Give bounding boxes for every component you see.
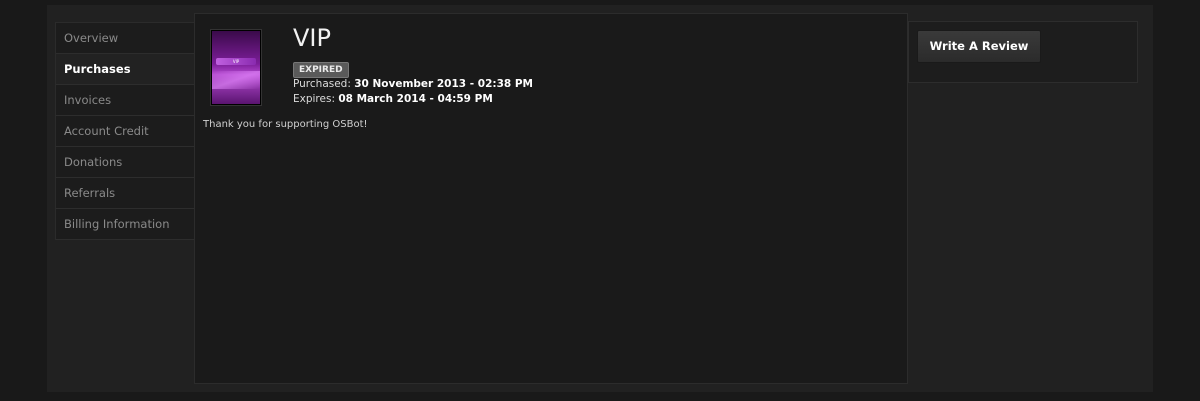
- purchase-detail-panel: VIP VIP EXPIRED Purchased: 30 November 2…: [194, 13, 908, 384]
- actions-panel: Write A Review: [908, 21, 1138, 83]
- product-title: VIP: [293, 24, 331, 52]
- purchased-label: Purchased:: [293, 78, 355, 90]
- thumbnail-glow: [212, 71, 260, 89]
- thumbnail-label: VIP: [216, 58, 256, 65]
- expires-value: 08 March 2014 - 04:59 PM: [338, 93, 493, 105]
- sidebar-item-donations[interactable]: Donations: [56, 147, 195, 178]
- sidebar-item-billing-information[interactable]: Billing Information: [56, 209, 195, 240]
- status-badge: EXPIRED: [293, 62, 349, 78]
- write-review-button[interactable]: Write A Review: [917, 30, 1041, 63]
- thank-you-message: Thank you for supporting OSBot!: [203, 119, 368, 130]
- sidebar-item-invoices[interactable]: Invoices: [56, 85, 195, 116]
- purchased-date: Purchased: 30 November 2013 - 02:38 PM: [293, 78, 533, 90]
- sidebar-item-overview[interactable]: Overview: [56, 23, 195, 54]
- expires-label: Expires:: [293, 93, 339, 105]
- sidebar-item-purchases[interactable]: Purchases: [56, 54, 195, 85]
- expires-date: Expires: 08 March 2014 - 04:59 PM: [293, 93, 493, 105]
- account-sidebar: Overview Purchases Invoices Account Cred…: [55, 22, 195, 240]
- sidebar-item-account-credit[interactable]: Account Credit: [56, 116, 195, 147]
- sidebar-item-referrals[interactable]: Referrals: [56, 178, 195, 209]
- product-thumbnail: VIP: [211, 30, 261, 105]
- purchased-value: 30 November 2013 - 02:38 PM: [354, 78, 533, 90]
